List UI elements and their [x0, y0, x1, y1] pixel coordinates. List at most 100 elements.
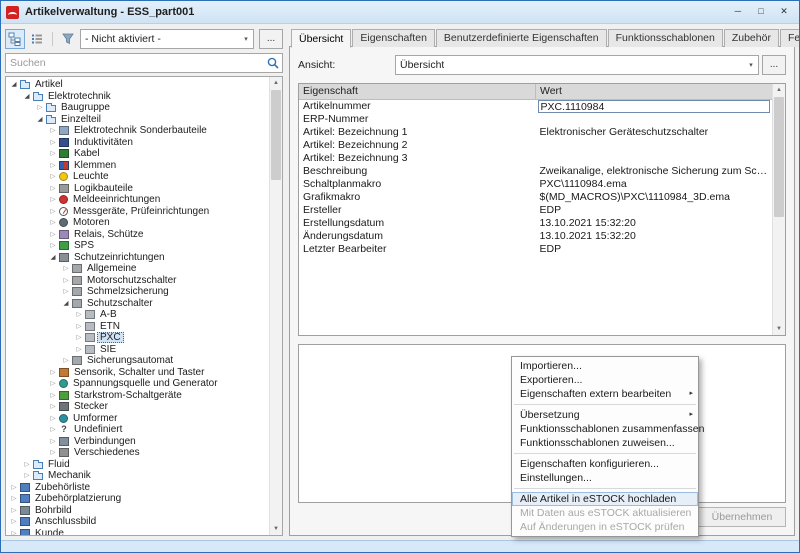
expand-arrow-icon[interactable]: ▷	[48, 160, 58, 171]
minimize-button[interactable]: ─	[728, 4, 748, 20]
expand-arrow-icon[interactable]: ▷	[61, 355, 71, 366]
expand-arrow-icon[interactable]: ▷	[9, 528, 19, 535]
tree-item-logikbauteile[interactable]: ▷Logikbauteile	[7, 183, 269, 195]
column-header-eigenschaft[interactable]: Eigenschaft	[299, 84, 536, 99]
property-row-änderungsdatum[interactable]: Änderungsdatum13.10.2021 15:32:20	[299, 230, 772, 243]
tree-item-etn[interactable]: ▷ETN	[7, 321, 269, 333]
property-row-erp-nummer[interactable]: ERP-Nummer	[299, 113, 772, 126]
tree-item-klemmen[interactable]: ▷Klemmen	[7, 160, 269, 172]
scroll-up-icon[interactable]: ▲	[270, 77, 282, 89]
tree-item-meldeeinrichtungen[interactable]: ▷Meldeeinrichtungen	[7, 194, 269, 206]
tree-item-verschiedenes[interactable]: ▷Verschiedenes	[7, 447, 269, 459]
menu-item-exportieren[interactable]: Exportieren...	[512, 373, 698, 387]
tree-item-schutzschalter[interactable]: ◢Schutzschalter	[7, 298, 269, 310]
view-settings-button[interactable]: ...	[762, 55, 786, 75]
tree-item-sps[interactable]: ▷SPS	[7, 240, 269, 252]
property-row-artikel-bezeichnung-3[interactable]: Artikel: Bezeichnung 3	[299, 152, 772, 165]
property-row-artikel-bezeichnung-1[interactable]: Artikel: Bezeichnung 1Elektronischer Ger…	[299, 126, 772, 139]
tree-item-allgemeine[interactable]: ▷Allgemeine	[7, 263, 269, 275]
expand-arrow-icon[interactable]: ▷	[48, 183, 58, 194]
expand-arrow-icon[interactable]: ▷	[48, 148, 58, 159]
collapse-arrow-icon[interactable]: ◢	[22, 91, 32, 102]
expand-arrow-icon[interactable]: ▷	[48, 206, 58, 217]
expand-arrow-icon[interactable]: ▷	[74, 309, 84, 320]
tab-funktionsschablonen[interactable]: Funktionsschablonen	[608, 29, 723, 47]
tab-zubehör[interactable]: Zubehör	[724, 29, 779, 47]
scroll-track[interactable]	[773, 96, 785, 323]
tree-item-stecker[interactable]: ▷Stecker	[7, 401, 269, 413]
tree-item-mechanik[interactable]: ▷Mechanik	[7, 470, 269, 482]
property-row-artikel-bezeichnung-2[interactable]: Artikel: Bezeichnung 2	[299, 139, 772, 152]
tree-item-zubehörplatzierung[interactable]: ▷Zubehörplatzierung	[7, 493, 269, 505]
tab-übersicht[interactable]: Übersicht	[291, 29, 351, 48]
expand-arrow-icon[interactable]: ▷	[48, 424, 58, 435]
scroll-thumb[interactable]	[774, 97, 784, 217]
tab-benutzerdefinierte-eigenschaften[interactable]: Benutzerdefinierte Eigenschaften	[436, 29, 607, 47]
tree-item-kunde[interactable]: ▷Kunde	[7, 528, 269, 536]
expand-arrow-icon[interactable]: ▷	[74, 321, 84, 332]
filter-button[interactable]	[58, 29, 78, 49]
tree-item-starkstrom-schaltgeräte[interactable]: ▷Starkstrom-Schaltgeräte	[7, 390, 269, 402]
scroll-thumb[interactable]	[271, 90, 281, 180]
expand-arrow-icon[interactable]: ▷	[48, 137, 58, 148]
expand-arrow-icon[interactable]: ▷	[74, 332, 84, 343]
expand-arrow-icon[interactable]: ▷	[9, 482, 19, 493]
tree-item-sie[interactable]: ▷SIE	[7, 344, 269, 356]
expand-arrow-icon[interactable]: ▷	[48, 125, 58, 136]
property-value[interactable]: PXC.1110984	[536, 99, 773, 113]
tree-item-anschlussbild[interactable]: ▷Anschlussbild	[7, 516, 269, 528]
expand-arrow-icon[interactable]: ▷	[22, 459, 32, 470]
view-dropdown[interactable]: Übersicht ▾	[395, 55, 759, 75]
expand-arrow-icon[interactable]: ▷	[48, 413, 58, 424]
expand-arrow-icon[interactable]: ▷	[9, 516, 19, 527]
tree-item-bohrbild[interactable]: ▷Bohrbild	[7, 505, 269, 517]
property-row-schaltplanmakro[interactable]: SchaltplanmakroPXC\1110984.ema	[299, 178, 772, 191]
property-row-ersteller[interactable]: ErstellerEDP	[299, 204, 772, 217]
expand-arrow-icon[interactable]: ▷	[9, 493, 19, 504]
menu-item-alle-artikel-in-estock-hochladen[interactable]: Alle Artikel in eSTOCK hochladen	[512, 492, 698, 506]
close-button[interactable]: ✕	[774, 4, 794, 20]
tree-view-button[interactable]	[5, 29, 25, 49]
list-view-button[interactable]	[27, 29, 47, 49]
expand-arrow-icon[interactable]: ▷	[48, 171, 58, 182]
scroll-down-icon[interactable]: ▼	[773, 323, 785, 335]
tab-eigenschaften[interactable]: Eigenschaften	[352, 29, 435, 47]
filter-settings-button[interactable]: ...	[259, 29, 283, 49]
expand-arrow-icon[interactable]: ▷	[22, 470, 32, 481]
menu-item-übersetzung[interactable]: Übersetzung▸	[512, 408, 698, 422]
search-input[interactable]	[5, 53, 283, 73]
tree-item-schutzeinrichtungen[interactable]: ◢Schutzeinrichtungen	[7, 252, 269, 264]
menu-item-einstellungen[interactable]: Einstellungen...	[512, 471, 698, 485]
tree-item-fluid[interactable]: ▷Fluid	[7, 459, 269, 471]
tree-item-zubehörliste[interactable]: ▷Zubehörliste	[7, 482, 269, 494]
menu-item-eigenschaften-konfigurieren[interactable]: Eigenschaften konfigurieren...	[512, 457, 698, 471]
tree-item-baugruppe[interactable]: ▷Baugruppe	[7, 102, 269, 114]
expand-arrow-icon[interactable]: ▷	[61, 286, 71, 297]
scroll-track[interactable]	[270, 89, 282, 523]
expand-arrow-icon[interactable]: ▷	[48, 378, 58, 389]
collapse-arrow-icon[interactable]: ◢	[35, 114, 45, 125]
filter-scheme-dropdown[interactable]: - Nicht aktiviert - ▾	[80, 29, 254, 49]
tree-item-induktivitäten[interactable]: ▷Induktivitäten	[7, 137, 269, 149]
expand-arrow-icon[interactable]: ▷	[48, 390, 58, 401]
tree-item-pxc[interactable]: ▷PXC	[7, 332, 269, 344]
tree-item-kabel[interactable]: ▷Kabel	[7, 148, 269, 160]
expand-arrow-icon[interactable]: ▷	[61, 275, 71, 286]
value-edit-field[interactable]: PXC.1110984	[538, 100, 771, 113]
property-row-erstellungsdatum[interactable]: Erstellungsdatum13.10.2021 15:32:20	[299, 217, 772, 230]
expand-arrow-icon[interactable]: ▷	[48, 217, 58, 228]
property-row-letzter-bearbeiter[interactable]: Letzter BearbeiterEDP	[299, 243, 772, 256]
expand-arrow-icon[interactable]: ▷	[74, 344, 84, 355]
tree-item-motorschutzschalter[interactable]: ▷Motorschutzschalter	[7, 275, 269, 287]
property-row-artikelnummer[interactable]: ArtikelnummerPXC.1110984	[299, 99, 772, 113]
tree-item-verbindungen[interactable]: ▷Verbindungen	[7, 436, 269, 448]
property-row-grafikmakro[interactable]: Grafikmakro$(MD_MACROS)\PXC\1110984_3D.e…	[299, 191, 772, 204]
expand-arrow-icon[interactable]: ▷	[48, 194, 58, 205]
menu-item-eigenschaften-extern-bearbeiten[interactable]: Eigenschaften extern bearbeiten▸	[512, 387, 698, 401]
tree-scrollbar[interactable]: ▲ ▼	[269, 77, 282, 535]
tree-item-relais-schütze[interactable]: ▷Relais, Schütze	[7, 229, 269, 241]
tree-item-leuchte[interactable]: ▷Leuchte	[7, 171, 269, 183]
expand-arrow-icon[interactable]: ▷	[48, 240, 58, 251]
tree-item-sensorik-schalter-und-taster[interactable]: ▷Sensorik, Schalter und Taster	[7, 367, 269, 379]
tree-item-einzelteil[interactable]: ◢Einzelteil	[7, 114, 269, 126]
